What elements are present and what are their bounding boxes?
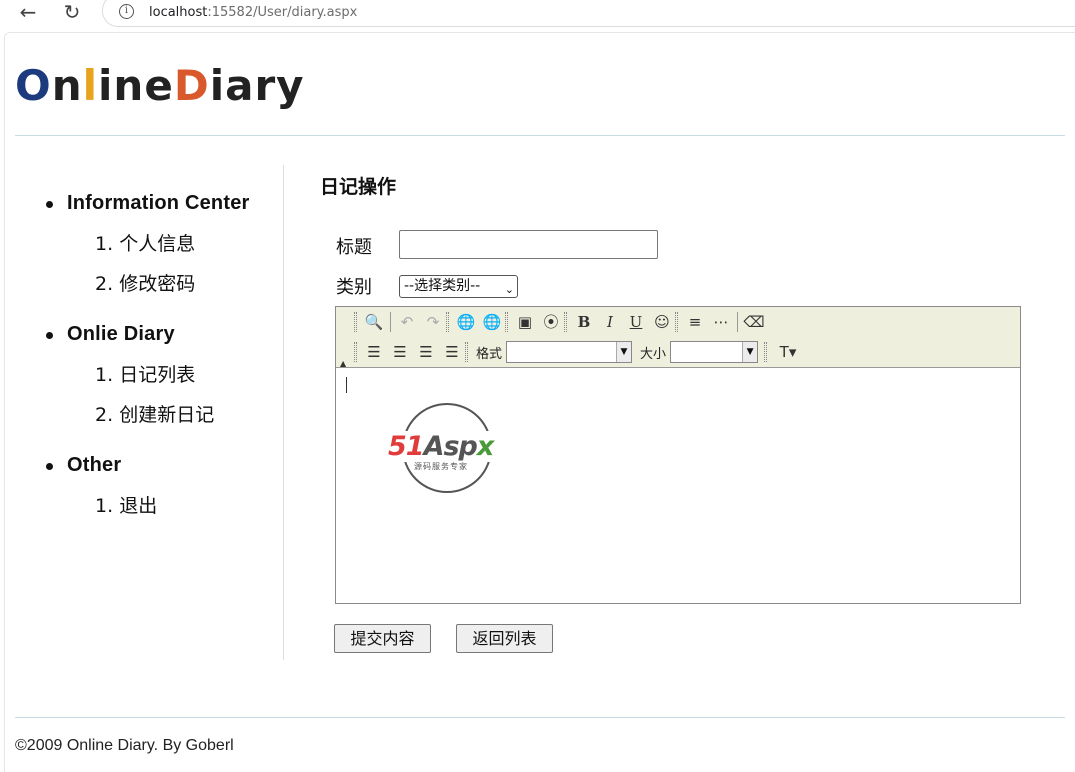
underline-icon[interactable]: U [623, 310, 649, 334]
toolbar-grip[interactable] [764, 342, 768, 362]
sidebar-section-information-center: Information Center [45, 192, 250, 215]
format-label: 格式 [476, 346, 503, 362]
chevron-down-icon: ⌄ [504, 283, 514, 296]
align-right-icon[interactable]: ☰ [413, 340, 439, 364]
undo-icon[interactable]: ↶ [394, 310, 420, 334]
align-left-icon[interactable]: ☰ [361, 340, 387, 364]
sidebar-item-diary-list[interactable]: 1. 日记列表 [45, 355, 195, 395]
sidebar-section-title: Information Center [45, 192, 250, 215]
watermark-brand: 51Aspx [388, 431, 498, 462]
format-combo[interactable]: ▼ [506, 341, 633, 363]
chevron-down-icon[interactable]: ▼ [742, 342, 758, 362]
category-selected-value: --选择类别-- [404, 278, 481, 294]
toolbar-grip[interactable] [675, 312, 678, 332]
url-text: localhost:15582/User/diary.aspx [149, 5, 357, 20]
ordered-list-icon[interactable]: ≡ [682, 310, 708, 334]
url-host: localhost [149, 5, 208, 20]
footer-divider [15, 717, 1065, 718]
smiley-icon[interactable]: ☺ [649, 310, 675, 334]
toolbar-grip[interactable] [505, 312, 508, 332]
sidebar-item-label[interactable]: 修改密码 [119, 273, 195, 295]
watermark-logo: 51Aspx 源码服务专家 [388, 403, 518, 495]
toolbar-separator [390, 312, 391, 332]
insert-link-icon[interactable]: 🌐 [453, 310, 479, 334]
toolbar-grip[interactable] [564, 312, 567, 332]
sidebar-section-onlie-diary: Onlie Diary [45, 323, 175, 346]
unordered-list-icon[interactable]: ⋯ [708, 310, 734, 334]
size-label: 大小 [640, 346, 667, 362]
info-icon[interactable]: i [119, 4, 134, 19]
bold-icon[interactable]: B [571, 310, 597, 334]
eraser-icon[interactable]: ⌫ [741, 310, 767, 334]
back-arrow-icon[interactable]: ← [15, 1, 41, 25]
sidebar-item-label[interactable]: 日记列表 [119, 364, 195, 386]
sidebar-item-logout[interactable]: 1. 退出 [45, 486, 157, 526]
redo-icon[interactable]: ↷ [420, 310, 446, 334]
sidebar-item-change-password[interactable]: 2. 修改密码 [45, 264, 195, 304]
list-number: 1. [95, 495, 114, 517]
align-center-icon[interactable]: ☰ [387, 340, 413, 364]
header-divider [15, 135, 1065, 136]
toolbar-grip[interactable] [354, 312, 357, 332]
logo-letter-d: D [173, 61, 210, 110]
logo-letter-o: O [15, 61, 52, 110]
align-justify-icon[interactable]: ☰ [439, 340, 465, 364]
remove-link-icon[interactable]: 🌐 [479, 310, 505, 334]
text-caret [346, 377, 347, 393]
toolbar-grip[interactable] [354, 342, 357, 362]
category-select[interactable]: --选择类别-- ⌄ [399, 275, 518, 298]
preview-icon[interactable]: 🔍 [361, 310, 387, 334]
page-title: 日记操作 [320, 176, 397, 198]
sidebar-item-personal-info[interactable]: 1. 个人信息 [45, 224, 195, 264]
site-logo[interactable]: OnlineDiary [15, 62, 305, 110]
size-combo[interactable]: ▼ [670, 341, 759, 363]
editor-toolbar: 🔍 ↶ ↷ 🌐 🌐 ▣ ⦿ B I U ☺ ≡ ⋯ ⌫ ☰ ☰ ☰ ☰ 格式 ▼… [336, 307, 1020, 368]
watermark-asp: Asp [423, 431, 478, 462]
sidebar-item-new-diary[interactable]: 2. 创建新日记 [45, 395, 214, 435]
list-number: 2. [95, 273, 114, 295]
list-number: 1. [95, 233, 114, 255]
chevron-down-icon[interactable]: ▼ [616, 342, 632, 362]
sidebar-section-title: Other [45, 454, 121, 477]
title-input[interactable] [399, 230, 658, 259]
logo-text-ine: ine [98, 61, 174, 110]
back-to-list-button[interactable]: 返回列表 [456, 624, 553, 653]
toolbar-separator [737, 312, 738, 332]
watermark-tagline: 源码服务专家 [414, 462, 468, 471]
list-number: 1. [95, 364, 114, 386]
category-label: 类别 [336, 277, 372, 298]
sidebar-section-other: Other [45, 454, 121, 477]
submit-button[interactable]: 提交内容 [334, 624, 431, 653]
url-path: :15582/User/diary.aspx [207, 5, 358, 20]
title-label: 标题 [336, 237, 372, 258]
watermark-x: x [476, 431, 494, 462]
watermark-51: 51 [388, 431, 425, 462]
list-number: 2. [95, 404, 114, 426]
reload-icon[interactable]: ↻ [59, 1, 85, 25]
insert-flash-icon[interactable]: ⦿ [538, 310, 564, 334]
sidebar-item-label[interactable]: 个人信息 [119, 233, 195, 255]
logo-letter-n: n [51, 61, 83, 110]
sidebar-item-label[interactable]: 创建新日记 [119, 404, 214, 426]
italic-icon[interactable]: I [597, 310, 623, 334]
logo-letter-l: l [82, 61, 99, 110]
sidebar-item-label[interactable]: 退出 [119, 495, 157, 517]
sidebar-section-title: Onlie Diary [45, 323, 175, 346]
text-color-icon[interactable]: T▾ [771, 340, 805, 364]
logo-text-iary: iary [209, 61, 305, 110]
insert-image-icon[interactable]: ▣ [512, 310, 538, 334]
address-bar[interactable]: i localhost:15582/User/diary.aspx [102, 0, 1075, 27]
toolbar-grip[interactable] [446, 312, 449, 332]
browser-toolbar: ← ↻ i localhost:15582/User/diary.aspx [0, 0, 1075, 30]
footer-text: ©2009 Online Diary. By Goberl [15, 737, 234, 754]
toolbar-grip[interactable] [465, 342, 468, 362]
collapse-toolbar-icon[interactable]: ▲ [340, 359, 346, 368]
